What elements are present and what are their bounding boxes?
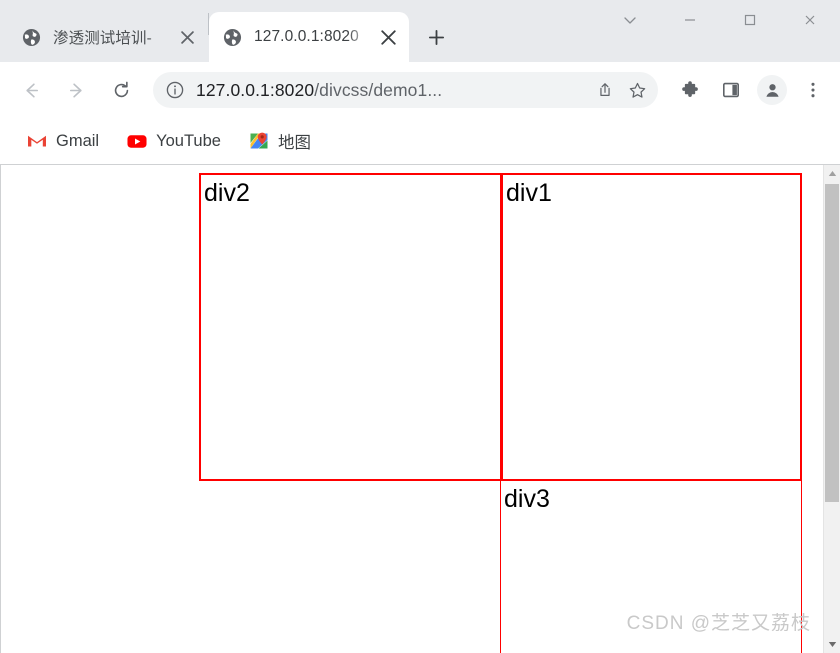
info-circle-icon[interactable] [165, 80, 185, 100]
gmail-icon [27, 131, 47, 151]
globe-icon [22, 28, 41, 47]
tab-strip: 渗透测试培训- 127.0.0.1:8020 [0, 0, 840, 62]
tab-title: 127.0.0.1:8020 [254, 28, 359, 45]
browser-tab-1[interactable]: 渗透测试培训- [8, 12, 208, 62]
globe-icon [223, 28, 242, 47]
csdn-watermark: CSDN @芝芝又荔枝 [626, 613, 811, 634]
tab-close-button[interactable] [176, 26, 198, 48]
share-icon[interactable] [590, 75, 620, 105]
bookmark-label: YouTube [156, 131, 221, 150]
bookmark-label: 地图 [277, 134, 311, 152]
triangle-up-icon[interactable] [824, 165, 840, 182]
three-dots-icon[interactable] [796, 73, 830, 107]
browser-window: 渗透测试培训- 127.0.0.1:8020 127.0.0.1:8020/di… [0, 0, 840, 653]
avatar-icon [757, 75, 787, 105]
bookmark-maps[interactable]: 地图 [240, 125, 320, 157]
tab-close-button[interactable] [377, 26, 399, 48]
bookmarks-bar: Gmail YouTube 地图 [0, 118, 840, 164]
forward-button[interactable] [59, 73, 93, 107]
tabs-container: 渗透测试培训- 127.0.0.1:8020 [0, 0, 453, 62]
youtube-icon [127, 131, 147, 151]
puzzle-piece-icon[interactable] [673, 73, 707, 107]
div1-box: div1 [500, 173, 802, 481]
url-text[interactable]: 127.0.0.1:8020/divcss/demo1... [196, 80, 588, 101]
div2-box: div2 [199, 173, 502, 481]
minimize-icon[interactable] [660, 0, 720, 40]
google-maps-icon [249, 131, 269, 151]
side-panel-icon[interactable] [714, 73, 748, 107]
address-bar[interactable]: 127.0.0.1:8020/divcss/demo1... [153, 72, 658, 108]
window-controls [600, 0, 840, 40]
back-button[interactable] [14, 73, 48, 107]
div1-label: div1 [506, 179, 552, 207]
page-viewport: div2 div1 div3 CSDN @芝芝又荔枝 [0, 164, 840, 653]
bookmark-youtube[interactable]: YouTube [118, 125, 230, 157]
star-icon[interactable] [622, 75, 652, 105]
page-canvas: div2 div1 div3 CSDN @芝芝又荔枝 [1, 165, 823, 653]
new-tab-button[interactable] [419, 20, 453, 54]
reload-button[interactable] [104, 73, 138, 107]
div2-label: div2 [204, 179, 250, 207]
url-host: 127.0.0.1:8020 [196, 79, 315, 100]
browser-tab-2[interactable]: 127.0.0.1:8020 [209, 12, 409, 62]
tab-title: 渗透测试培训- [53, 30, 152, 47]
maximize-icon[interactable] [720, 0, 780, 40]
triangle-down-icon[interactable] [824, 636, 840, 653]
scroll-thumb[interactable] [825, 184, 839, 502]
div3-label: div3 [504, 485, 550, 513]
vertical-scrollbar[interactable] [823, 165, 840, 653]
bookmark-label: Gmail [56, 131, 100, 150]
profile-avatar[interactable] [755, 73, 789, 107]
chevron-down-icon[interactable] [600, 0, 660, 40]
browser-toolbar: 127.0.0.1:8020/divcss/demo1... [0, 62, 840, 118]
close-icon[interactable] [780, 0, 840, 40]
url-path: /divcss/demo1... [314, 79, 443, 100]
bookmark-gmail[interactable]: Gmail [18, 125, 108, 157]
